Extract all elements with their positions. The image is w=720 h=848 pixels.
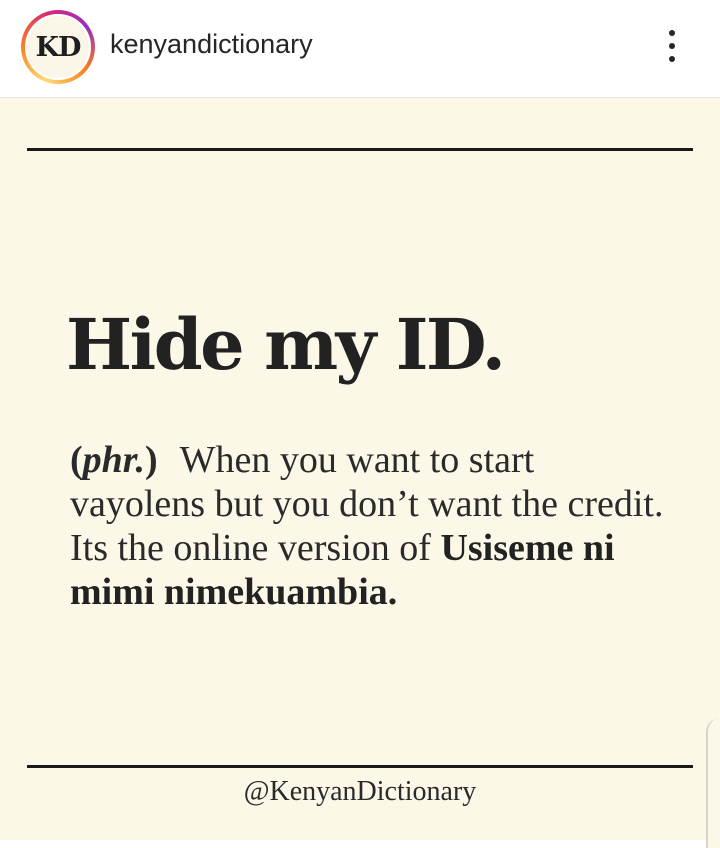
username-link[interactable]: kenyandictionary: [110, 29, 313, 60]
definition-text: (phr.) When you want to start vayolens bu…: [70, 438, 670, 614]
post-header: KD kenyandictionary: [0, 0, 720, 98]
top-rule: [27, 148, 693, 151]
story-ring[interactable]: KD: [21, 10, 95, 84]
headword: Hide my ID.: [66, 303, 506, 386]
dot: [669, 30, 675, 36]
avatar-initials: KD: [35, 31, 82, 63]
account-handle: @KenyanDictionary: [243, 776, 477, 807]
dot: [669, 43, 675, 49]
part-of-speech: (phr.): [70, 439, 158, 481]
avatar[interactable]: KD: [25, 14, 91, 80]
dot: [669, 56, 675, 62]
post-image[interactable]: Hide my ID. (phr.) When you want to start…: [0, 98, 720, 840]
bottom-rule: [27, 765, 693, 768]
next-card-peek[interactable]: [706, 718, 720, 848]
more-vertical-icon[interactable]: [652, 22, 692, 70]
